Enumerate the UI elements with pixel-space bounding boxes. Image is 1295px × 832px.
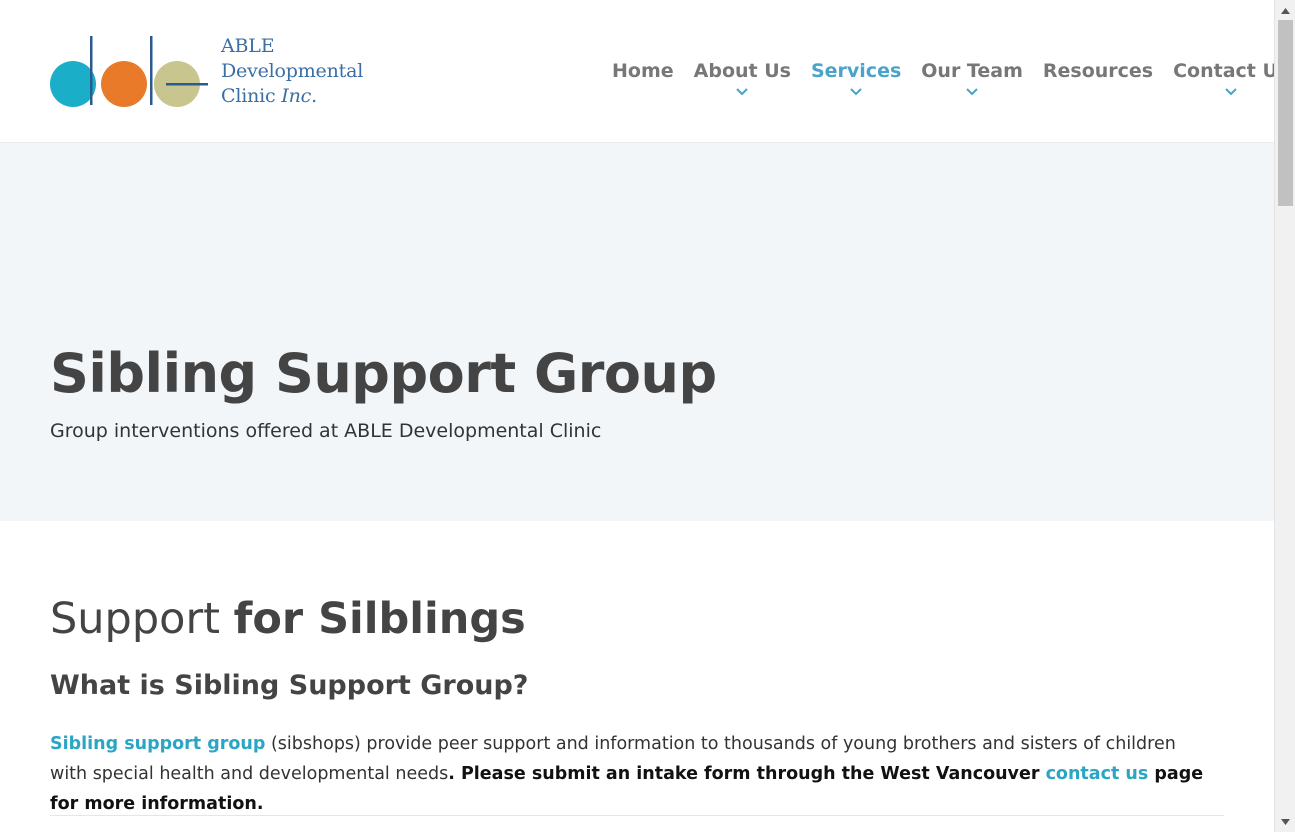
- hero-banner: Sibling Support Group Group intervention…: [0, 143, 1274, 521]
- logo-wordmark: ABLE Developmental Clinic Inc.: [221, 34, 363, 109]
- section-subheading: What is Sibling Support Group?: [50, 670, 529, 701]
- chevron-down-icon[interactable]: [1224, 85, 1238, 99]
- nav-home-label[interactable]: Home: [612, 58, 674, 84]
- chevron-down-icon[interactable]: [849, 85, 863, 99]
- site-header: ABLE Developmental Clinic Inc. Home Abou…: [0, 0, 1289, 143]
- logo-line-able: ABLE: [221, 35, 275, 57]
- intro-paragraph-strong-a: . Please submit an intake form through t…: [448, 764, 1046, 784]
- page-subtitle: Group interventions offered at ABLE Deve…: [50, 420, 602, 442]
- nav-about-us-label[interactable]: About Us: [694, 58, 791, 84]
- nav-our-team-label[interactable]: Our Team: [921, 58, 1023, 84]
- scroll-up-arrow-icon[interactable]: [1275, 2, 1295, 19]
- section-title: Support for Silblings: [50, 593, 526, 645]
- clinic-logo[interactable]: ABLE Developmental Clinic Inc.: [50, 34, 370, 110]
- section-title-light: Support: [50, 594, 234, 644]
- logo-inc-word: Inc.: [281, 85, 317, 107]
- logo-line-developmental: Developmental: [221, 60, 364, 82]
- chevron-down-icon[interactable]: [965, 85, 979, 99]
- page-title: Sibling Support Group: [50, 342, 717, 405]
- nav-our-team[interactable]: Our Team: [911, 58, 1033, 99]
- able-logo-mark-icon: [50, 36, 208, 107]
- scroll-thumb[interactable]: [1278, 20, 1293, 206]
- nav-resources-label[interactable]: Resources: [1043, 58, 1153, 84]
- logo-clinic-word: Clinic: [221, 85, 282, 107]
- nav-services-label[interactable]: Services: [811, 58, 901, 84]
- section-title-bold: for Silblings: [233, 594, 526, 644]
- nav-resources[interactable]: Resources: [1033, 58, 1163, 99]
- main-nav: Home About Us Services Our Team Resource…: [602, 58, 1295, 99]
- sibling-support-group-link[interactable]: Sibling support group: [50, 734, 265, 754]
- nav-contact-us-label[interactable]: Contact Us: [1173, 58, 1289, 84]
- logo-line-clinic: Clinic Inc.: [221, 84, 363, 109]
- scroll-down-arrow-icon[interactable]: [1275, 813, 1295, 830]
- nav-services[interactable]: Services: [801, 58, 911, 99]
- contact-us-link[interactable]: contact us: [1046, 764, 1149, 784]
- chevron-down-icon[interactable]: [735, 85, 749, 99]
- content-divider: [50, 815, 1224, 816]
- page-scrollbar[interactable]: [1274, 0, 1295, 832]
- nav-home[interactable]: Home: [602, 58, 684, 99]
- nav-about-us[interactable]: About Us: [684, 58, 801, 99]
- intro-paragraph: Sibling support group (sibshops) provide…: [50, 729, 1210, 819]
